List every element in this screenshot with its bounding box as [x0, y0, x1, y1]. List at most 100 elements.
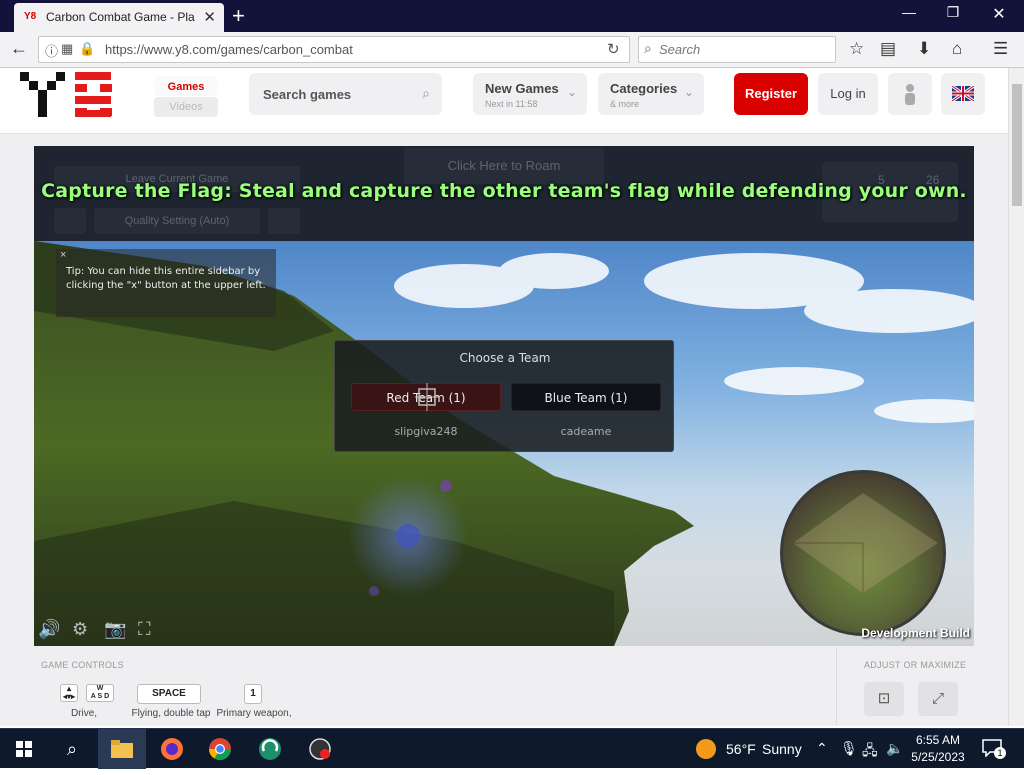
new-games-dropdown[interactable]: New Games Next in 11:58 ⌄: [473, 73, 587, 115]
new-games-label: New Games: [485, 81, 559, 96]
reading-list-icon[interactable]: ▤: [880, 39, 896, 59]
y8-logo[interactable]: [20, 72, 124, 118]
bookmark-star-icon[interactable]: ☆: [849, 39, 864, 59]
search-icon[interactable]: ⌕: [48, 729, 96, 769]
blue-team-player: cadeame: [560, 425, 612, 438]
register-button[interactable]: Register: [734, 73, 808, 115]
game-hud-top: Leave Current Game Quality Setting (Auto…: [34, 146, 974, 241]
language-button[interactable]: [941, 73, 985, 115]
minimap: [780, 470, 946, 636]
notifications-icon[interactable]: 1: [982, 737, 1006, 761]
tip-panel: × Tip: You can hide this entire sidebar …: [56, 249, 276, 317]
adjust-header: ADJUST OR MAXIMIZE: [864, 660, 967, 670]
minimap-view-cone: [793, 493, 938, 593]
categories-dropdown[interactable]: Categories & more ⌄: [598, 73, 704, 115]
firefox-logo-icon: [161, 738, 183, 760]
scrollbar-thumb[interactable]: [1012, 84, 1022, 206]
arrow-keys-icon: ▴ ◂▾▸: [60, 684, 78, 702]
development-build-label: Development Build: [861, 626, 970, 640]
green-swirl-icon: [259, 738, 281, 760]
game-controls-strip: GAME CONTROLS ADJUST OR MAXIMIZE ▴ ◂▾▸ WA…: [34, 648, 974, 726]
search-placeholder: Search: [659, 42, 701, 57]
game-canvas[interactable]: Leave Current Game Quality Setting (Auto…: [34, 146, 974, 646]
permissions-icon[interactable]: ▦: [61, 41, 73, 57]
maximize-button[interactable]: ⤢: [918, 682, 958, 716]
search-icon[interactable]: ⌕: [422, 85, 430, 102]
new-games-sub: Next in 11:58: [485, 99, 538, 109]
uk-flag-icon: [952, 86, 974, 101]
browser-search-bar[interactable]: ⌕ Search: [638, 36, 836, 63]
profile-button[interactable]: [888, 73, 932, 115]
key-1: 1: [244, 684, 262, 704]
microphone-icon[interactable]: 🎙: [840, 740, 858, 757]
weather-text: Sunny: [762, 741, 802, 757]
notification-count: 1: [994, 747, 1006, 759]
insecure-lock-icon[interactable]: 🔒: [79, 41, 95, 57]
firefox-icon[interactable]: [148, 729, 196, 769]
volume-icon[interactable]: 🔊: [38, 619, 60, 640]
close-window-icon[interactable]: ✕: [976, 4, 1022, 24]
red-team-player: slipgiva248: [394, 425, 458, 438]
record-icon: [309, 738, 331, 760]
info-icon[interactable]: ⓘ: [45, 41, 58, 60]
key-1-label: Primary weapon,: [216, 708, 292, 719]
drive-label: Drive,: [70, 708, 98, 719]
login-button[interactable]: Log in: [818, 73, 878, 115]
hud-square-left[interactable]: [54, 208, 86, 234]
chevron-down-icon: ⌄: [566, 85, 577, 99]
crosshair-icon: [415, 383, 439, 411]
chrome-logo-icon: [209, 738, 231, 760]
space-label: Flying, double tap: [131, 708, 211, 719]
url-bar[interactable]: ⓘ ▦ 🔒 https://www.y8.com/games/carbon_co…: [38, 36, 630, 63]
quality-setting-button[interactable]: Quality Setting (Auto): [94, 208, 260, 234]
zoom-magnifier-icon[interactable]: ⌕: [934, 598, 941, 613]
categories-sub: & more: [610, 99, 640, 109]
hud-square-right[interactable]: [268, 208, 300, 234]
folder-icon: [111, 740, 133, 758]
minimize-icon[interactable]: —: [886, 4, 932, 20]
tab-title: Carbon Combat Game - Pla: [46, 10, 195, 24]
close-tip-icon[interactable]: ×: [60, 249, 66, 261]
new-tab-icon[interactable]: +: [232, 3, 245, 29]
reload-icon[interactable]: ↻: [607, 40, 620, 58]
back-arrow-icon[interactable]: ←: [10, 38, 28, 59]
roam-button[interactable]: Click Here to Roam: [404, 148, 604, 184]
volume-icon[interactable]: 🔈: [886, 740, 903, 757]
shrink-button[interactable]: ⊡: [864, 682, 904, 716]
app-green-icon[interactable]: [246, 729, 294, 769]
browser-tab[interactable]: Y8 Carbon Combat Game - Pla ✕: [14, 3, 224, 32]
page-scrollbar[interactable]: [1008, 68, 1024, 726]
windows-start-icon[interactable]: [0, 729, 48, 769]
windows-logo-icon: [16, 741, 32, 757]
system-clock[interactable]: 6:55 AM 5/25/2023: [910, 732, 966, 766]
chevron-down-icon: ⌄: [683, 85, 694, 99]
obs-icon[interactable]: [296, 729, 344, 769]
site-search-input[interactable]: Search games ⌕: [249, 73, 442, 115]
restore-icon[interactable]: ❐: [930, 4, 976, 21]
download-icon[interactable]: ⬇: [917, 39, 931, 59]
chrome-icon[interactable]: [196, 729, 244, 769]
sun-icon: [696, 739, 716, 759]
network-icon[interactable]: 🖧: [862, 740, 878, 764]
choose-team-dialog: Choose a Team Red Team (1) Blue Team (1)…: [334, 340, 674, 452]
file-explorer-icon[interactable]: [98, 729, 146, 769]
camera-icon[interactable]: 📷: [104, 619, 126, 640]
y8-page: Games Videos Search games ⌕ New Games Ne…: [0, 68, 1008, 726]
controls-divider: [836, 648, 837, 726]
fullscreen-icon[interactable]: ⛶: [138, 619, 151, 640]
game-controls-header: GAME CONTROLS: [41, 660, 124, 670]
url-text[interactable]: https://www.y8.com/games/carbon_combat: [105, 42, 353, 57]
menu-icon[interactable]: ☰: [993, 39, 1008, 59]
categories-label: Categories: [610, 81, 678, 96]
nav-videos[interactable]: Videos: [154, 97, 218, 117]
browser-navbar: ← ⓘ ▦ 🔒 https://www.y8.com/games/carbon_…: [0, 32, 1024, 68]
clock-time: 6:55 AM: [915, 733, 961, 747]
chevron-up-icon[interactable]: ⌃: [816, 740, 828, 757]
clock-date: 5/25/2023: [911, 750, 965, 764]
close-tab-icon[interactable]: ✕: [203, 8, 216, 26]
settings-gear-icon[interactable]: ⚙: [72, 619, 88, 640]
nav-games[interactable]: Games: [154, 76, 218, 96]
choose-team-title: Choose a Team: [459, 351, 551, 365]
blue-team-button[interactable]: Blue Team (1): [511, 383, 661, 411]
home-icon[interactable]: ⌂: [952, 39, 962, 59]
